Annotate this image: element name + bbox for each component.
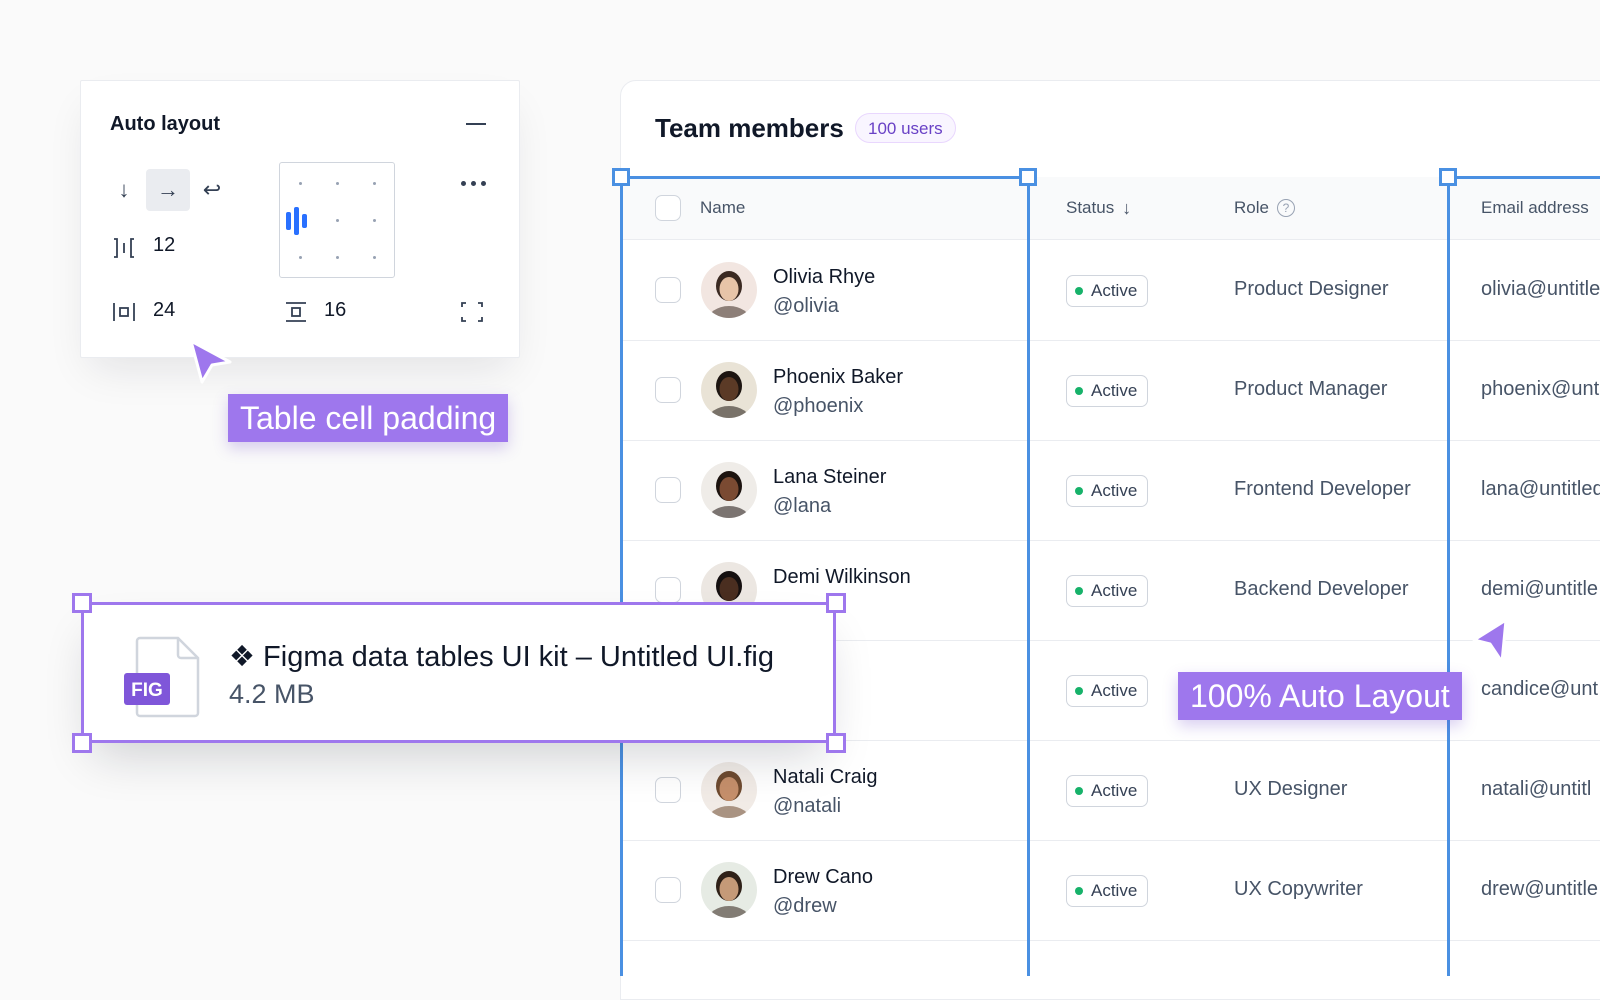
status-dot-icon bbox=[1075, 787, 1083, 795]
auto-layout-panel: Auto layout ↓ → ↩ 12 24 16 bbox=[80, 80, 520, 358]
vertical-padding-icon bbox=[281, 297, 311, 327]
column-header-role[interactable]: Role? bbox=[1234, 177, 1295, 239]
selection-handle[interactable] bbox=[1439, 168, 1457, 186]
horizontal-padding-icon bbox=[109, 297, 139, 327]
sort-arrow-down-icon: ↓ bbox=[1122, 198, 1132, 218]
user-handle: @phoenix bbox=[773, 395, 864, 417]
select-all-checkbox[interactable] bbox=[655, 195, 681, 221]
auto-layout-title: Auto layout bbox=[110, 113, 220, 135]
user-email[interactable]: demi@untitle bbox=[1481, 578, 1598, 601]
table-row[interactable]: Olivia Rhye @olivia Active Product Designer… bbox=[621, 240, 1600, 341]
user-handle: @olivia bbox=[773, 295, 839, 317]
avatar bbox=[701, 462, 757, 518]
user-handle: @natali bbox=[773, 795, 842, 817]
file-type-badge: FIG bbox=[131, 680, 163, 701]
user-name: Lana Steiner bbox=[773, 466, 887, 488]
status-badge: Active bbox=[1066, 475, 1149, 507]
auto-layout-label: 100% Auto Layout bbox=[1178, 672, 1462, 720]
row-checkbox[interactable] bbox=[655, 777, 681, 803]
user-handle: @lana bbox=[773, 495, 832, 517]
user-role: Frontend Developer bbox=[1234, 478, 1411, 500]
vertical-padding-value[interactable]: 16 bbox=[324, 299, 346, 322]
row-checkbox[interactable] bbox=[655, 477, 681, 503]
user-handle: @drew bbox=[773, 895, 837, 917]
table-header: Name Status ↓ Role? Email address bbox=[621, 177, 1600, 240]
horizontal-padding-value[interactable]: 24 bbox=[153, 299, 175, 322]
file-card-handle[interactable] bbox=[826, 593, 846, 613]
file-card-handle[interactable] bbox=[72, 733, 92, 753]
row-checkbox[interactable] bbox=[655, 277, 681, 303]
file-icon: FIG bbox=[124, 636, 200, 718]
spacing-between-icon bbox=[109, 233, 139, 263]
users-count-badge: 100 users bbox=[855, 113, 956, 143]
cursor-pointer-icon bbox=[1472, 618, 1508, 664]
column-header-name[interactable]: Name bbox=[700, 177, 745, 239]
user-email[interactable]: olivia@untitle bbox=[1481, 278, 1600, 301]
status-badge: Active bbox=[1066, 875, 1149, 907]
user-role: Backend Developer bbox=[1234, 578, 1409, 600]
file-size: 4.2 MB bbox=[229, 679, 315, 709]
avatar bbox=[701, 762, 757, 818]
remove-auto-layout-icon[interactable] bbox=[466, 123, 486, 125]
direction-horizontal-arrow-icon[interactable]: → bbox=[146, 169, 190, 211]
direction-wrap-icon[interactable]: ↩ bbox=[197, 175, 227, 205]
selection-handle[interactable] bbox=[1019, 168, 1037, 186]
table-row[interactable]: Drew Cano @drew Active UX Copywriter drew@un… bbox=[621, 840, 1600, 941]
column-header-email[interactable]: Email address bbox=[1481, 177, 1589, 239]
status-dot-icon bbox=[1075, 687, 1083, 695]
table-cell-padding-label: Table cell padding bbox=[228, 394, 509, 442]
status-dot-icon bbox=[1075, 587, 1083, 595]
file-card-handle[interactable] bbox=[826, 733, 846, 753]
status-badge: Active bbox=[1066, 275, 1149, 307]
status-dot-icon bbox=[1075, 487, 1083, 495]
help-circle-icon[interactable]: ? bbox=[1276, 199, 1295, 217]
file-name: ❖ Figma data tables UI kit – Untitled UI… bbox=[229, 641, 774, 673]
user-email[interactable]: candice@unt bbox=[1481, 678, 1598, 701]
more-options-icon[interactable] bbox=[461, 181, 486, 186]
user-name: Drew Cano bbox=[773, 866, 874, 888]
user-role: UX Copywriter bbox=[1234, 878, 1363, 900]
cursor-pointer-icon bbox=[189, 339, 232, 384]
user-role: Product Manager bbox=[1234, 378, 1388, 400]
table-row[interactable]: Phoenix Baker @phoenix Active Product Manag… bbox=[621, 340, 1600, 441]
table-title: Team members bbox=[655, 113, 844, 143]
user-name: Phoenix Baker bbox=[773, 366, 904, 388]
row-checkbox[interactable] bbox=[655, 877, 681, 903]
status-dot-icon bbox=[1075, 287, 1083, 295]
avatar bbox=[701, 262, 757, 318]
direction-vertical-arrow-icon[interactable]: ↓ bbox=[109, 175, 139, 205]
status-dot-icon bbox=[1075, 887, 1083, 895]
column-header-status[interactable]: Status ↓ bbox=[1066, 177, 1131, 239]
status-badge: Active bbox=[1066, 575, 1149, 607]
table-row[interactable]: Lana Steiner @lana Active Frontend Develope… bbox=[621, 440, 1600, 541]
team-members-card: Team members 100 users Name Status ↓ Role… bbox=[620, 80, 1600, 1000]
user-email[interactable]: phoenix@unt bbox=[1481, 378, 1599, 401]
table-row[interactable]: Natali Craig @natali Active UX Designer nata… bbox=[621, 740, 1600, 841]
spacing-between-value[interactable]: 12 bbox=[153, 234, 175, 257]
avatar bbox=[701, 362, 757, 418]
individual-padding-icon[interactable] bbox=[457, 297, 487, 327]
alignment-indicator-icon bbox=[286, 207, 307, 235]
status-dot-icon bbox=[1075, 387, 1083, 395]
row-checkbox[interactable] bbox=[655, 577, 681, 603]
status-badge: Active bbox=[1066, 375, 1149, 407]
user-email[interactable]: drew@untitle bbox=[1481, 878, 1598, 901]
alignment-grid[interactable] bbox=[279, 162, 395, 278]
user-role: UX Designer bbox=[1234, 778, 1348, 800]
user-role: Product Designer bbox=[1234, 278, 1389, 300]
file-card-handle[interactable] bbox=[72, 593, 92, 613]
user-name: Olivia Rhye bbox=[773, 266, 876, 288]
user-name: Natali Craig bbox=[773, 766, 878, 788]
selection-handle[interactable] bbox=[612, 168, 630, 186]
user-email[interactable]: natali@untitl bbox=[1481, 778, 1591, 801]
user-name: Demi Wilkinson bbox=[773, 566, 911, 588]
avatar bbox=[701, 862, 757, 918]
file-card[interactable]: FIG ❖ Figma data tables UI kit – Untitle… bbox=[81, 602, 836, 743]
row-checkbox[interactable] bbox=[655, 377, 681, 403]
status-badge: Active bbox=[1066, 675, 1149, 707]
status-badge: Active bbox=[1066, 775, 1149, 807]
user-email[interactable]: lana@untitled bbox=[1481, 478, 1600, 501]
